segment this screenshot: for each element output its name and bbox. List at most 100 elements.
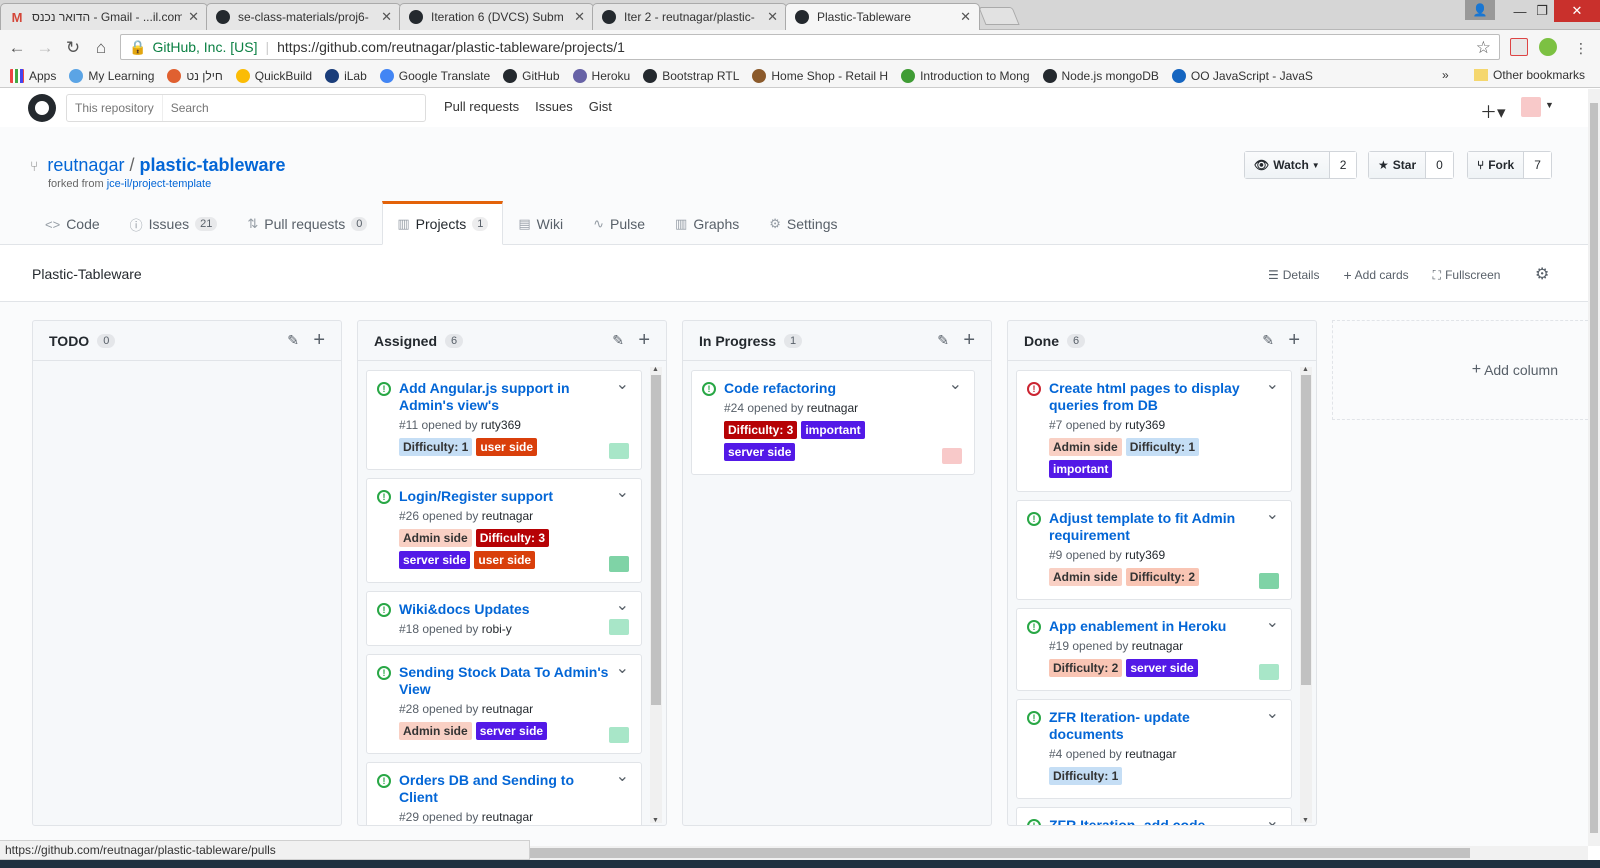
tab-pull-requests[interactable]: ⇅ Pull requests 0 [232,201,382,245]
issue-label[interactable]: Admin side [1049,568,1122,586]
bookmark-item[interactable]: iLab [325,68,367,83]
address-bar[interactable]: 🔒 GitHub, Inc. [US] | https://github.com… [120,34,1500,60]
close-tab-icon[interactable]: ✕ [188,9,199,25]
card-title[interactable]: Login/Register support [399,488,631,505]
issue-card[interactable]: ! App enablement in Heroku #19 opened by r… [1016,608,1292,691]
scrollbar-thumb[interactable] [1301,375,1311,685]
bookmark-item[interactable]: Google Translate [379,68,490,83]
tab-projects[interactable]: ▥ Projects 1 [382,201,504,245]
scroll-down-icon[interactable]: ▼ [652,817,659,824]
watch-count[interactable]: 2 [1329,152,1357,178]
issue-card[interactable]: ! Adjust template to fit Admin requiremen… [1016,500,1292,600]
bookmarks-overflow-icon[interactable]: » [1442,68,1449,82]
issue-label[interactable]: Admin side [1049,438,1122,456]
issue-label[interactable]: Difficulty: 3 [724,421,798,439]
assignee-avatar[interactable] [609,619,629,635]
close-tab-icon[interactable]: ✕ [767,9,778,25]
issue-card[interactable]: ! Create html pages to display queries fr… [1016,370,1292,492]
tab-pulse[interactable]: ∿ Pulse [578,201,660,245]
bookmark-star-icon[interactable]: ☆ [1476,38,1491,58]
scroll-up-icon[interactable]: ▲ [652,366,659,373]
user-avatar[interactable] [1521,97,1541,117]
assignee-avatar[interactable] [609,443,629,459]
issue-label[interactable]: Admin side [399,529,472,547]
fork-count[interactable]: 7 [1524,152,1551,178]
issue-label[interactable]: Difficulty: 1 [399,438,473,456]
card-title[interactable]: Code refactoring [724,380,964,397]
scrollbar-thumb[interactable] [1590,103,1598,833]
issue-card[interactable]: !ZFR Iteration- add code#5 opened by reu… [1016,807,1292,825]
tab-wiki[interactable]: ▤ Wiki [503,201,578,245]
issue-label[interactable]: server side [724,443,796,461]
issue-author[interactable]: robi-y [482,622,512,636]
add-card-plus-icon[interactable]: + [1288,329,1300,352]
create-new-icon[interactable]: ＋▾ [1480,98,1506,123]
chevron-down-icon[interactable]: ⌄ [1266,612,1279,632]
add-card-plus-icon[interactable]: + [638,329,650,352]
home-icon[interactable]: ⌂ [90,37,112,59]
chevron-down-icon[interactable]: ⌄ [1266,703,1279,723]
assignee-avatar[interactable] [942,448,962,464]
pencil-icon[interactable]: ✎ [1262,332,1274,349]
issue-label[interactable]: Difficulty: 3 [475,529,550,547]
pencil-icon[interactable]: ✎ [612,332,624,349]
bookmark-item[interactable]: Introduction to Mong [901,68,1030,83]
chevron-down-icon[interactable]: ⌄ [616,482,629,502]
extension-icon[interactable] [1510,38,1528,56]
pencil-icon[interactable]: ✎ [937,332,949,349]
bookmark-item[interactable]: GitHub [503,68,560,83]
issue-label[interactable]: Admin side [399,722,472,740]
issue-author[interactable]: reutnagar [1125,747,1176,761]
close-tab-icon[interactable]: ✕ [574,9,585,25]
assignee-avatar[interactable] [1259,664,1279,680]
chevron-down-icon[interactable]: ⌄ [616,374,629,394]
add-column-button[interactable]: + Add column [1332,320,1588,420]
add-cards-button[interactable]: + Add cards [1343,267,1408,283]
issue-author[interactable]: reutnagar [1132,639,1183,653]
issue-card[interactable]: ! Add Angular.js support in Admin's view'… [366,370,642,470]
tab-settings[interactable]: ⚙ Settings [754,201,852,245]
chevron-down-icon[interactable]: ⌄ [616,595,629,615]
close-window-icon[interactable]: ✕ [1554,0,1600,22]
issue-label[interactable]: server side [475,722,548,740]
issue-label[interactable]: important [801,421,865,439]
fork-button[interactable]: ⑂ Fork [1468,152,1525,178]
repo-name-link[interactable]: plastic-tableware [139,155,285,176]
nav-gist[interactable]: Gist [589,99,612,114]
bookmark-item[interactable]: Apps [10,68,56,83]
issue-author[interactable]: reutnagar [482,810,533,824]
issue-label[interactable]: user side [474,551,536,569]
scroll-up-icon[interactable]: ▲ [1302,366,1309,373]
assignee-avatar[interactable] [609,727,629,743]
bookmark-item[interactable]: OO JavaScript - JavaS [1171,68,1313,83]
fullscreen-button[interactable]: ⛶ Fullscreen [1433,267,1501,283]
card-title[interactable]: ZFR Iteration- add code [1049,817,1281,825]
issue-card[interactable]: ! Wiki&docs Updates #18 opened by robi-y ⌄ [366,591,642,646]
search-box[interactable]: This repository [66,94,426,122]
bookmark-item[interactable]: חילן נט [167,68,223,83]
forward-icon[interactable]: → [34,37,56,59]
column-scrollbar[interactable]: ▲ ▼ [1300,366,1312,824]
add-card-plus-icon[interactable]: + [313,329,325,352]
menu-icon[interactable]: ⋮ [1570,37,1592,59]
caret-down-icon[interactable]: ▼ [1545,100,1554,110]
card-title[interactable]: Orders DB and Sending to Client [399,772,631,806]
chevron-down-icon[interactable]: ⌄ [1266,811,1279,825]
chevron-down-icon[interactable]: ⌄ [949,374,962,394]
browser-tab[interactable]: Iter 2 - reutnagar/plastic- ✕ [592,3,787,30]
issue-label[interactable]: user side [476,438,538,456]
extension-check-icon[interactable] [1539,38,1557,56]
bookmark-item[interactable]: QuickBuild [235,68,312,83]
assignee-avatar[interactable] [609,556,629,572]
browser-tab[interactable]: se-class-materials/proj6- ✕ [206,3,401,30]
issue-card[interactable]: ! Orders DB and Sending to Client #29 open… [366,762,642,825]
card-title[interactable]: Wiki&docs Updates [399,601,631,618]
scrollbar-thumb[interactable] [651,375,661,705]
bookmark-item[interactable]: Bootstrap RTL [643,68,739,83]
scrollbar-thumb[interactable] [530,848,1470,858]
search-input[interactable] [162,101,413,115]
card-title[interactable]: App enablement in Heroku [1049,618,1281,635]
card-title[interactable]: Add Angular.js support in Admin's view's [399,380,631,414]
issue-card[interactable]: ! Sending Stock Data To Admin's View #28 o… [366,654,642,754]
details-button[interactable]: ☰ Details [1268,267,1319,283]
